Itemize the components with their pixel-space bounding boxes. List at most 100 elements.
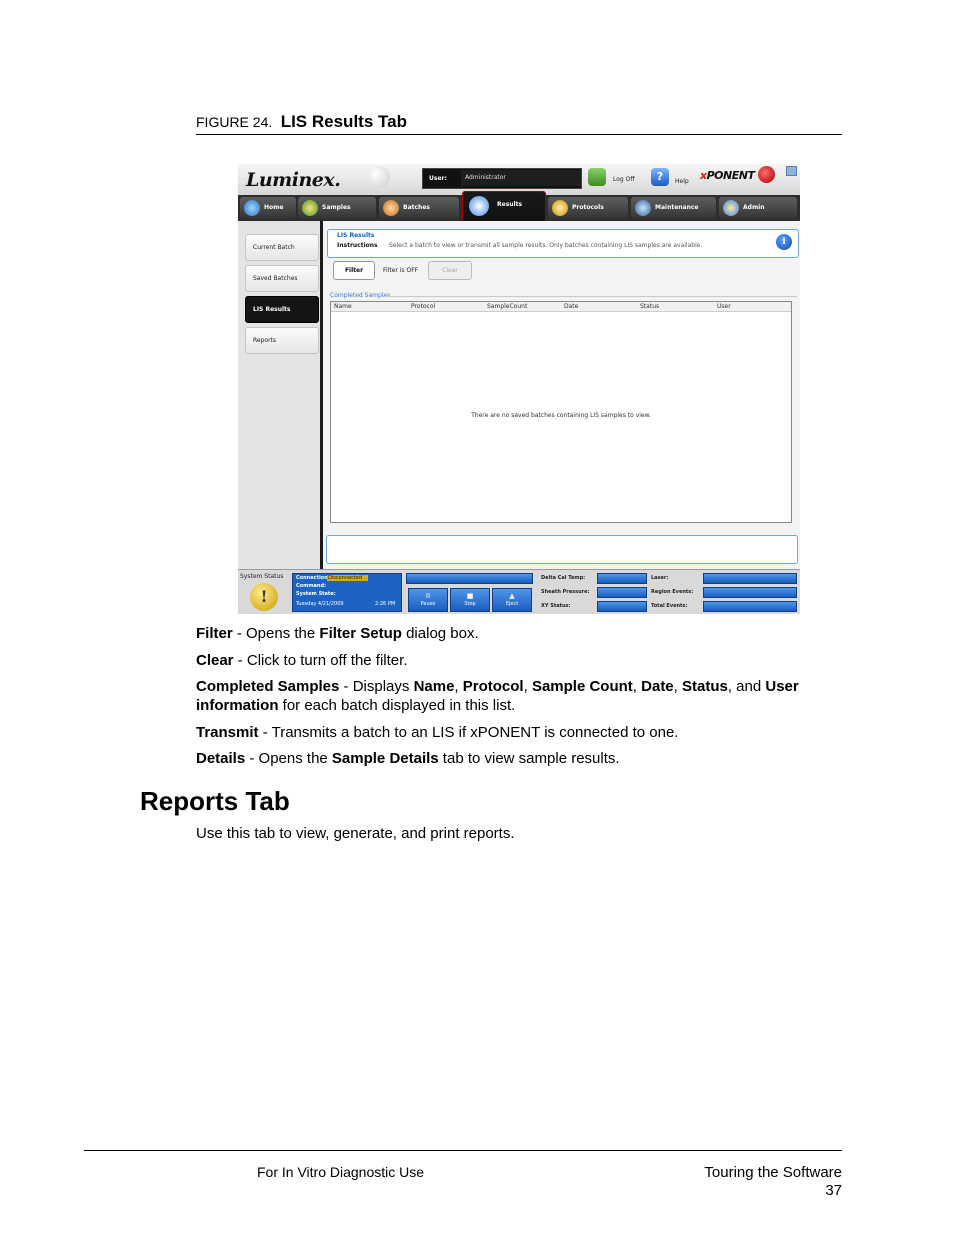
- sidebar-item-saved-batches[interactable]: Saved Batches: [245, 265, 319, 292]
- instructions-label: Instructions: [337, 242, 378, 249]
- xy-status-label: XY Status:: [541, 603, 571, 609]
- completed-samples-description: Completed Samples - Displays Name, Proto…: [196, 677, 842, 715]
- sidebar-item-current-batch[interactable]: Current Batch: [245, 234, 319, 261]
- column-user[interactable]: User: [717, 303, 731, 310]
- help-button[interactable]: Help: [675, 178, 689, 185]
- filter-status: Filter is OFF: [383, 267, 419, 274]
- clear-button[interactable]: Clear: [428, 261, 472, 280]
- luminex-logo: Luminex.: [246, 169, 341, 191]
- status-orb-icon: [758, 166, 775, 183]
- column-date[interactable]: Date: [564, 303, 578, 310]
- pause-icon: II: [425, 592, 431, 600]
- term-status: Status: [682, 678, 728, 695]
- tab-results-label: Results: [497, 201, 523, 208]
- stop-button[interactable]: ■ Stop: [450, 588, 490, 612]
- batches-icon: [383, 200, 399, 216]
- connection-box: Connection: Disconnected Command: System…: [292, 573, 402, 612]
- footer-left-text: For In Vitro Diagnostic Use: [257, 1164, 425, 1180]
- tab-results[interactable]: Results: [462, 191, 546, 223]
- empty-message: There are no saved batches containing LI…: [471, 412, 651, 419]
- tab-admin[interactable]: Admin: [719, 197, 797, 219]
- desc-text: tab to view sample results.: [438, 750, 620, 767]
- page-number: 37: [825, 1182, 842, 1199]
- protocols-icon: [552, 200, 568, 216]
- tab-samples-label: Samples: [322, 204, 351, 211]
- term-clear: Clear: [196, 652, 234, 669]
- column-status[interactable]: Status: [640, 303, 659, 310]
- laser-value: [703, 573, 797, 584]
- sidebar-item-lis-results[interactable]: LIS Results: [245, 296, 319, 323]
- term-filter: Filter: [196, 625, 233, 642]
- info-icon[interactable]: i: [776, 234, 792, 250]
- footer-divider: [84, 1150, 842, 1151]
- term-details: Details: [196, 750, 246, 767]
- brand-rest: PONENT: [706, 169, 755, 182]
- xponent-logo: xPONENT: [700, 169, 755, 182]
- pause-button[interactable]: II Pause: [408, 588, 448, 612]
- tab-samples[interactable]: Samples: [298, 197, 376, 219]
- column-protocol[interactable]: Protocol: [411, 303, 435, 310]
- minimize-icon[interactable]: [786, 166, 797, 176]
- filter-description: Filter - Opens the Filter Setup dialog b…: [196, 624, 842, 643]
- delta-cal-temp-value: [597, 573, 647, 584]
- admin-icon: [723, 200, 739, 216]
- logoff-icon[interactable]: [588, 168, 606, 186]
- connection-label: Connection:: [296, 575, 330, 581]
- column-name[interactable]: Name: [334, 303, 352, 310]
- logoff-button[interactable]: Log Off: [613, 176, 634, 183]
- help-icon[interactable]: ?: [651, 168, 669, 186]
- section-heading: Reports Tab: [140, 786, 290, 816]
- tab-protocols[interactable]: Protocols: [548, 197, 628, 219]
- figure-number: FIGURE 24.: [196, 114, 273, 130]
- term-sample-count: Sample Count: [531, 678, 633, 695]
- stop-label: Stop: [464, 601, 476, 607]
- filter-button[interactable]: Filter: [333, 261, 375, 280]
- tab-maintenance[interactable]: Maintenance: [631, 197, 716, 219]
- details-description: Details - Opens the Sample Details tab t…: [196, 749, 842, 768]
- tab-batches[interactable]: Batches: [379, 197, 459, 219]
- region-events-label: Region Events:: [651, 589, 694, 595]
- tab-home[interactable]: Home: [240, 197, 296, 219]
- tab-admin-label: Admin: [743, 204, 765, 211]
- footer-right: Touring the Software 37: [704, 1164, 842, 1200]
- eject-label: Eject: [505, 601, 519, 607]
- laser-label: Laser:: [651, 575, 669, 581]
- footer-chapter-title: Touring the Software: [704, 1164, 842, 1181]
- desc-text: - Transmits a batch to an LIS if xPONENT…: [258, 724, 679, 741]
- desc-sep: ,: [673, 678, 682, 695]
- eject-icon: ▲: [509, 592, 515, 600]
- home-icon: [244, 200, 260, 216]
- eject-button[interactable]: ▲ Eject: [492, 588, 532, 612]
- completed-samples-label: Completed Samples: [330, 292, 391, 299]
- desc-text: - Displays: [339, 678, 414, 695]
- sidebar-item-label: Reports: [253, 337, 277, 344]
- user-box: User: Administrator: [422, 168, 582, 189]
- date-text: Tuesday 4/21/2009: [296, 601, 344, 607]
- maintenance-icon: [635, 200, 651, 216]
- delta-cal-temp-label: Delta Cal Temp:: [541, 575, 586, 581]
- figure-title: LIS Results Tab: [280, 112, 407, 131]
- sidebar-item-label: Saved Batches: [253, 275, 298, 282]
- tab-home-label: Home: [264, 204, 284, 211]
- sheath-pressure-label: Sheath Pressure:: [541, 589, 590, 595]
- warning-icon[interactable]: !: [250, 583, 278, 611]
- total-events-value: [703, 601, 797, 612]
- desc-text: dialog box.: [401, 625, 479, 642]
- xy-status-value: [597, 601, 647, 612]
- sidebar-item-reports[interactable]: Reports: [245, 327, 319, 354]
- term-filter-setup: Filter Setup: [319, 625, 402, 642]
- panel-title: LIS Results: [337, 232, 375, 239]
- app-screenshot: Luminex. User: Administrator Log Off ? H…: [238, 164, 800, 614]
- time-text: 2:26 PM: [375, 601, 396, 607]
- main-nav: Home Samples Batches Results Protocols M…: [238, 191, 800, 223]
- instructions-text: Select a batch to view or transmit all s…: [389, 242, 703, 249]
- decorative-orb-icon: [368, 166, 390, 188]
- tab-batches-label: Batches: [403, 204, 430, 211]
- column-samplecount[interactable]: SampleCount: [487, 303, 527, 310]
- table-header: Name Protocol SampleCount Date Status Us…: [331, 302, 791, 312]
- term-transmit: Transmit: [196, 724, 259, 741]
- term-completed-samples: Completed Samples: [196, 678, 340, 695]
- completed-samples-table[interactable]: Name Protocol SampleCount Date Status Us…: [330, 301, 792, 523]
- sidebar-item-label: Current Batch: [253, 244, 295, 251]
- user-value: Administrator: [461, 170, 581, 186]
